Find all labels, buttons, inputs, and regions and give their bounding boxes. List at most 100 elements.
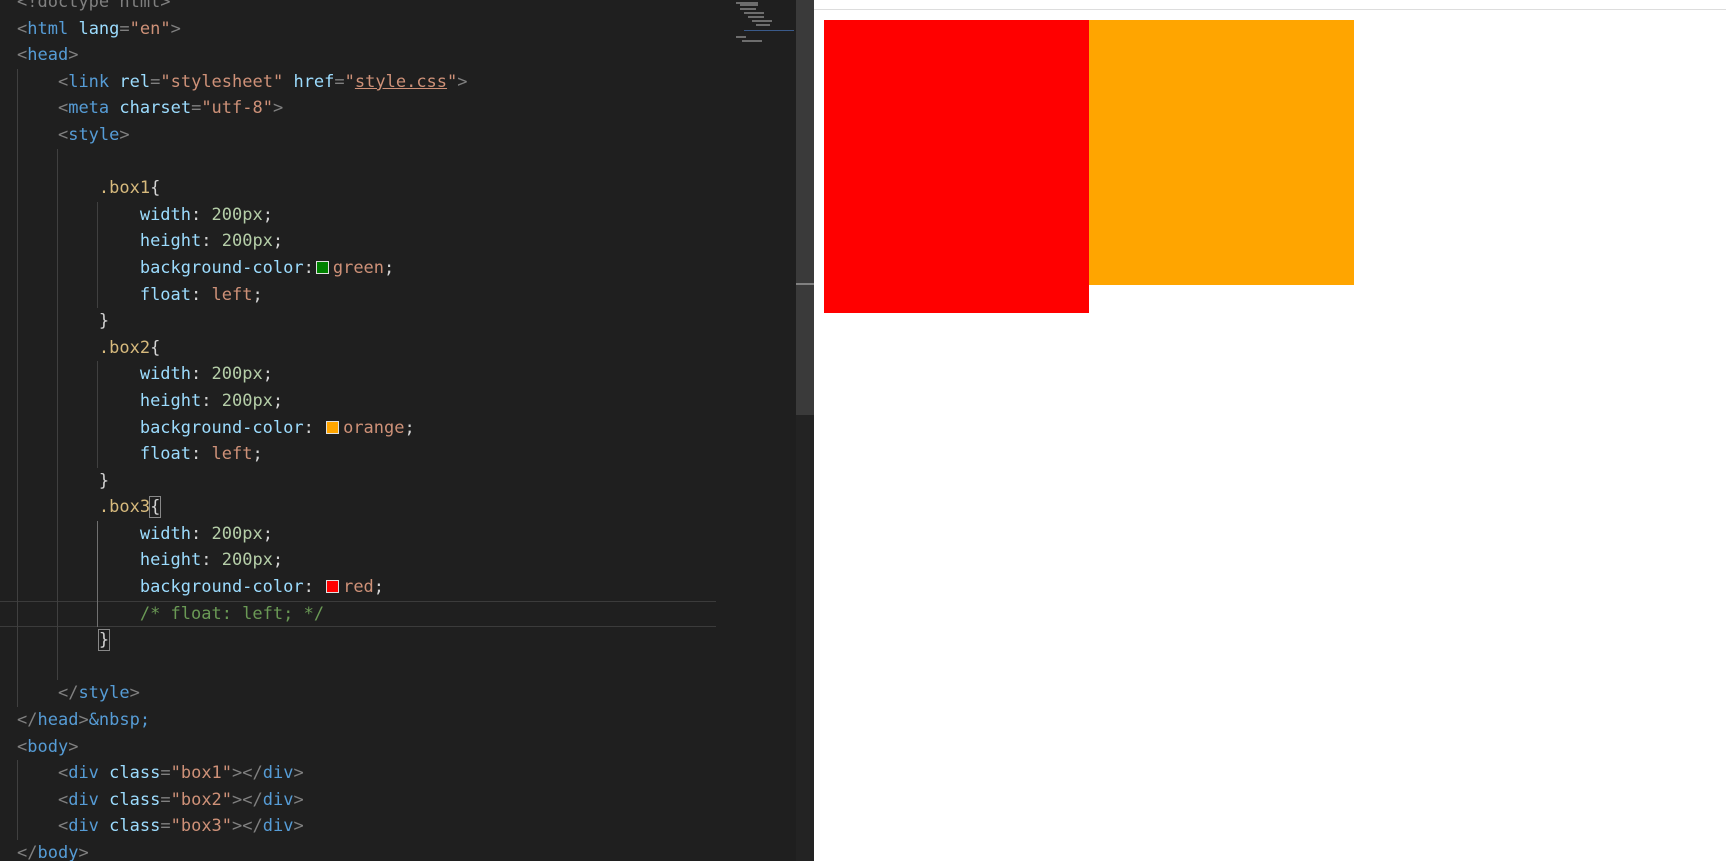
code-line[interactable]: height: 200px; — [0, 228, 716, 255]
indent-guide — [57, 547, 58, 575]
indent-guide — [97, 600, 98, 628]
code-token: div — [68, 789, 99, 810]
code-token: style — [68, 124, 120, 145]
code-token: body — [37, 843, 79, 861]
code-line[interactable]: } — [0, 627, 716, 654]
code-token: = — [119, 18, 130, 39]
code-line[interactable]: <div class="box3"></div> — [0, 813, 716, 840]
code-token: : — [191, 444, 212, 465]
code-line[interactable]: <style> — [0, 121, 716, 149]
code-token: ; — [272, 390, 284, 411]
code-token: < — [57, 763, 69, 784]
code-lines[interactable]: <!doctype html> <html lang="en"> <head> <l… — [0, 0, 716, 861]
code-line[interactable]: float: left; — [0, 281, 716, 309]
code-line[interactable]: height: 200px; — [0, 387, 716, 415]
indent-guide — [17, 813, 18, 840]
indent-guide — [17, 467, 18, 495]
code-editor[interactable]: <!doctype html> <html lang="en"> <head> <l… — [0, 0, 814, 861]
code-token: 200px — [221, 390, 273, 411]
code-token: left — [211, 444, 253, 465]
code-token: body — [27, 736, 69, 757]
code-token: > — [78, 710, 89, 731]
code-line[interactable]: <body> — [0, 734, 716, 761]
indent-guide — [17, 201, 18, 229]
code-line[interactable]: height: 200px; — [0, 547, 716, 575]
indent-guide — [17, 121, 18, 149]
code-token: ; — [272, 550, 284, 571]
code-line[interactable]: width: 200px; — [0, 201, 716, 229]
preview-box3 — [824, 20, 1089, 313]
code-token: background-color — [139, 417, 304, 438]
code-line[interactable]: <link rel="stylesheet" href="style.css"> — [0, 68, 716, 96]
code-line[interactable]: </head>&nbsp; — [0, 707, 716, 734]
code-line[interactable]: <html lang="en"> — [0, 16, 716, 43]
minimap-line — [756, 24, 770, 26]
indent-guide — [57, 600, 58, 628]
code-line[interactable]: </style> — [0, 680, 716, 708]
code-token: </ — [17, 843, 38, 861]
code-line[interactable]: <!doctype html> — [0, 0, 716, 16]
code-line[interactable]: <div class="box2"></div> — [0, 786, 716, 814]
code-line[interactable] — [0, 148, 716, 176]
code-token: : — [303, 257, 314, 278]
code-token: head — [37, 710, 79, 731]
code-line[interactable]: <div class="box1"></div> — [0, 760, 716, 787]
code-line[interactable]: .box3{ — [0, 494, 716, 521]
code-line[interactable]: /* float: left; */ — [0, 600, 716, 628]
indent-guide — [17, 574, 18, 601]
code-token: rel — [119, 71, 151, 92]
color-swatch-icon[interactable] — [326, 580, 340, 594]
code-token: background-color — [139, 577, 304, 598]
code-line[interactable]: } — [0, 467, 716, 495]
indent-guide — [57, 148, 58, 176]
code-token: ; — [404, 417, 415, 438]
code-token: "box2" — [170, 789, 233, 810]
code-line[interactable]: </body> — [0, 840, 716, 861]
code-line[interactable]: <meta charset="utf-8"> — [0, 95, 716, 122]
color-swatch-icon[interactable] — [315, 260, 329, 274]
code-token: <!doctype html> — [17, 0, 171, 12]
code-token: head — [27, 45, 69, 66]
code-token: = — [191, 98, 202, 119]
code-line[interactable]: <head> — [0, 42, 716, 69]
indent-guide — [97, 414, 98, 442]
code-token: ; — [262, 364, 273, 385]
code-line[interactable] — [0, 653, 716, 681]
code-line[interactable]: width: 200px; — [0, 361, 716, 388]
indent-guide — [17, 414, 18, 442]
indent-guide — [57, 201, 58, 229]
code-token: .box1 — [98, 178, 151, 199]
code-line[interactable]: float: left; — [0, 441, 716, 468]
code-token: 200px — [211, 523, 263, 544]
indent-guide — [97, 547, 98, 575]
code-token: > — [272, 98, 284, 119]
code-token: "box1" — [170, 763, 233, 784]
code-token: = — [160, 789, 171, 810]
indent-guide — [17, 520, 18, 548]
code-token: float — [139, 284, 192, 305]
indent-guide — [57, 441, 58, 468]
editor-scrollbar-thumb[interactable] — [796, 0, 814, 415]
indent-guide — [97, 520, 98, 548]
code-line[interactable]: .box2{ — [0, 334, 716, 362]
code-line[interactable]: .box1{ — [0, 175, 716, 202]
code-line[interactable]: background-color: orange; — [0, 414, 716, 442]
indent-guide — [97, 281, 98, 309]
code-line[interactable]: } — [0, 308, 716, 335]
code-token: float — [139, 444, 192, 465]
code-line[interactable]: background-color: red; — [0, 574, 716, 601]
color-swatch-icon[interactable] — [326, 420, 340, 434]
code-token: : — [303, 417, 325, 438]
code-line[interactable]: background-color: green; — [0, 254, 716, 282]
code-line[interactable]: width: 200px; — [0, 520, 716, 548]
code-token: "utf-8" — [201, 98, 273, 119]
indent-guide — [57, 228, 58, 255]
